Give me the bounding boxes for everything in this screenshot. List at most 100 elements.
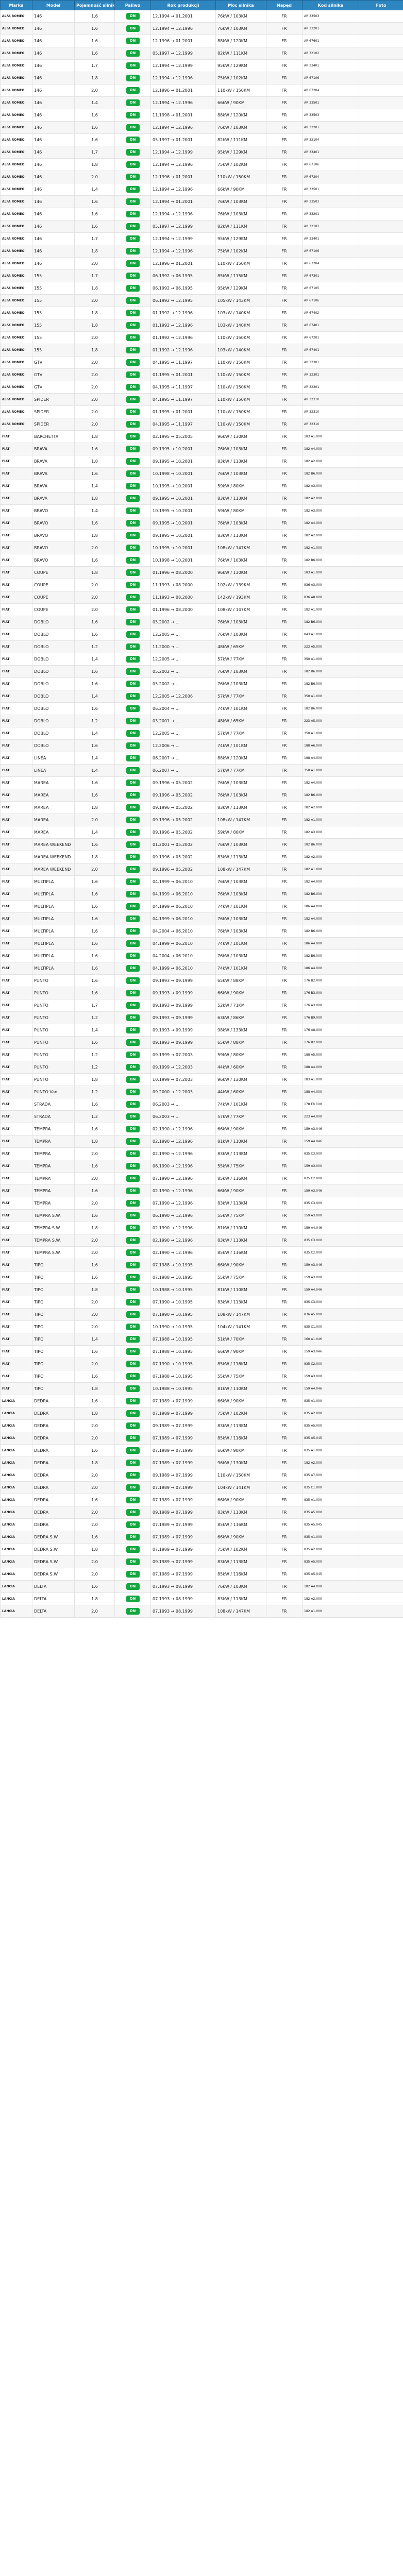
table-row[interactable]: FIAT BRAVO 1.6 ON 10.1998 → 10.2001 76kW / 10… xyxy=(0,554,403,567)
table-row[interactable]: LANCIA DEDRA 2.0 ON 07.1989 → 07.1999 85kW / … xyxy=(0,1432,403,1445)
table-row[interactable]: FIAT MAREA WEEKEND 2.0 ON 09.1996 → 05.2002 1… xyxy=(0,863,403,876)
table-row[interactable]: LANCIA DEDRA 2.0 ON 07.1989 → 07.1999 85kW / … xyxy=(0,1518,403,1531)
table-row[interactable]: FIAT PUNTO 1.6 ON 09.1993 → 09.1999 65kW / 88… xyxy=(0,974,403,987)
table-row[interactable]: FIAT DOBLO 1.2 ON 03.2001 → ... 48kW / 65KM FR… xyxy=(0,715,403,727)
table-row[interactable]: FIAT TEMPRA 2.0 ON 07.1990 → 12.1996 83kW / 1… xyxy=(0,1197,403,1210)
table-row[interactable]: FIAT PUNTO 1.4 ON 09.1993 → 09.1999 98kW / 13… xyxy=(0,1024,403,1037)
table-row[interactable]: ALFA ROMEO 146 1.6 ON 12.1994 → 12.1996 76kW … xyxy=(0,22,403,35)
table-row[interactable]: FIAT TEMPRA 1.6 ON 02.1990 → 12.1996 66kW / 9… xyxy=(0,1123,403,1136)
table-row[interactable]: ALFA ROMEO 146 1.7 ON 12.1994 → 12.1999 95kW … xyxy=(0,232,403,245)
table-row[interactable]: FIAT TIPO 2.0 ON 07.1990 → 10.1995 108kW / 14… xyxy=(0,1308,403,1321)
table-row[interactable]: LANCIA DEDRA 1.6 ON 07.1989 → 07.1999 66kW / … xyxy=(0,1494,403,1506)
table-row[interactable]: FIAT TEMPRA 1.6 ON 02.1990 → 12.1996 66kW / 9… xyxy=(0,1184,403,1197)
table-row[interactable]: FIAT MAREA 1.8 ON 09.1996 → 05.2002 83kW / 11… xyxy=(0,801,403,814)
table-row[interactable]: FIAT TEMPRA S.W. 1.6 ON 06.1990 → 12.1996 55k… xyxy=(0,1209,403,1222)
table-row[interactable]: FIAT TEMPRA 1.6 ON 06.1990 → 12.1996 55kW / 7… xyxy=(0,1160,403,1173)
header-engine-code[interactable]: Kod silnika xyxy=(302,0,359,10)
table-row[interactable]: FIAT MULTIPLA 1.6 ON 04.2004 → 06.2010 76kW /… xyxy=(0,950,403,962)
table-row[interactable]: ALFA ROMEO 146 1.6 ON 05.1997 → 12.1999 82kW … xyxy=(0,47,403,60)
header-brand[interactable]: Marka xyxy=(0,0,32,10)
table-row[interactable]: ALFA ROMEO 146 1.6 ON 11.1998 → 01.2001 88kW … xyxy=(0,109,403,122)
table-row[interactable]: FIAT COUPE 2.0 ON 11.1993 → 08.2000 102kW / 1… xyxy=(0,579,403,591)
table-row[interactable]: ALFA ROMEO 155 1.8 ON 01.1992 → 12.1996 103kW… xyxy=(0,344,403,357)
table-row[interactable]: FIAT BRAVO 1.6 ON 09.1995 → 10.2001 76kW / 10… xyxy=(0,517,403,530)
table-row[interactable]: FIAT TIPO 1.6 ON 07.1988 → 10.1995 55kW / 75K… xyxy=(0,1271,403,1284)
table-row[interactable]: ALFA ROMEO 146 1.8 ON 12.1994 → 12.1996 75kW … xyxy=(0,245,403,258)
table-row[interactable]: FIAT PUNTO 1.2 ON 09.1999 → 07.2003 59kW / 80… xyxy=(0,1048,403,1061)
table-row[interactable]: ALFA ROMEO 146 1.6 ON 12.1996 → 01.2001 88kW … xyxy=(0,35,403,47)
table-row[interactable]: ALFA ROMEO 155 2.0 ON 06.1992 → 12.1995 105kW… xyxy=(0,294,403,307)
table-row[interactable]: LANCIA DEDRA S.W. 2.0 ON 09.1989 → 07.1999 83… xyxy=(0,1555,403,1568)
table-row[interactable]: FIAT TIPO 1.8 ON 10.1988 → 10.1995 81kW / 110… xyxy=(0,1283,403,1296)
table-row[interactable]: ALFA ROMEO 146 1.6 ON 12.1994 → 12.1996 76kW … xyxy=(0,121,403,134)
table-row[interactable]: LANCIA DEDRA S.W. 1.8 ON 07.1989 → 07.1999 75… xyxy=(0,1543,403,1556)
table-row[interactable]: ALFA ROMEO GTV 2.0 ON 04.1995 → 11.1997 110kW… xyxy=(0,356,403,369)
table-row[interactable]: ALFA ROMEO GTV 2.0 ON 04.1995 → 11.1997 110kW… xyxy=(0,381,403,394)
table-row[interactable]: FIAT TIPO 1.6 ON 07.1988 → 10.1995 55kW / 75K… xyxy=(0,1370,403,1383)
table-row[interactable]: FIAT DOBLO 1.6 ON 12.2006 → ... 74kW / 101KM F… xyxy=(0,739,403,752)
header-production-years[interactable]: Rok produkcji xyxy=(150,0,216,10)
table-row[interactable]: ALFA ROMEO SPIDER 2.0 ON 01.1995 → 01.2001 11… xyxy=(0,405,403,418)
table-row[interactable]: ALFA ROMEO 155 2.0 ON 01.1992 → 12.1996 110kW… xyxy=(0,331,403,344)
table-row[interactable]: ALFA ROMEO 146 1.4 ON 12.1994 → 12.1996 66kW … xyxy=(0,96,403,109)
table-row[interactable]: FIAT PUNTO 1.6 ON 09.1993 → 09.1999 65kW / 88… xyxy=(0,1036,403,1049)
table-row[interactable]: ALFA ROMEO 146 1.6 ON 05.1997 → 12.1999 82kW … xyxy=(0,220,403,233)
table-row[interactable]: FIAT LINEA 1.4 ON 06.2007 → ... 57kW / 77KM FR… xyxy=(0,764,403,777)
table-row[interactable]: LANCIA DEDRA 1.6 ON 07.1989 → 07.1999 66kW / … xyxy=(0,1395,403,1408)
table-row[interactable]: FIAT BRAVA 1.6 ON 09.1995 → 10.2001 76kW / 10… xyxy=(0,443,403,455)
table-row[interactable]: LANCIA DELTA 1.8 ON 07.1993 → 08.1999 83kW / … xyxy=(0,1592,403,1605)
table-row[interactable]: LANCIA DELTA 2.0 ON 07.1993 → 08.1999 108kW /… xyxy=(0,1605,403,1618)
table-row[interactable]: FIAT MAREA 2.0 ON 09.1996 → 05.2002 108kW / 1… xyxy=(0,814,403,826)
table-row[interactable]: LANCIA DELTA 1.6 ON 07.1993 → 08.1999 76kW / … xyxy=(0,1580,403,1593)
table-row[interactable]: FIAT TEMPRA 1.8 ON 02.1990 → 12.1996 81kW / 1… xyxy=(0,1135,403,1148)
table-row[interactable]: FIAT TIPO 1.6 ON 07.1988 → 10.1995 66kW / 90K… xyxy=(0,1345,403,1358)
table-row[interactable]: FIAT DOBLO 1.6 ON 06.2004 → ... 74kW / 101KM F… xyxy=(0,702,403,715)
table-row[interactable]: FIAT MULTIPLA 1.6 ON 04.2004 → 06.2010 76kW /… xyxy=(0,925,403,938)
table-row[interactable]: FIAT PUNTO 1.2 ON 09.1993 → 09.1999 63kW / 86… xyxy=(0,1011,403,1024)
table-row[interactable]: LANCIA DEDRA S.W. 2.0 ON 07.1989 → 07.1999 85… xyxy=(0,1568,403,1581)
table-row[interactable]: FIAT TEMPRA S.W. 2.0 ON 02.1990 → 12.1996 85k… xyxy=(0,1246,403,1259)
table-row[interactable]: FIAT TEMPRA S.W. 2.0 ON 02.1990 → 12.1996 83k… xyxy=(0,1234,403,1247)
table-row[interactable]: ALFA ROMEO 146 1.6 ON 12.1994 → 01.2001 76kW … xyxy=(0,10,403,23)
table-row[interactable]: LANCIA DEDRA 2.0 ON 09.1989 → 07.1999 83kW / … xyxy=(0,1506,403,1519)
table-row[interactable]: FIAT MULTIPLA 1.6 ON 04.1999 → 06.2010 76kW /… xyxy=(0,888,403,901)
table-row[interactable]: FIAT BARCHETTA 1.8 ON 02.1995 → 05.2005 96kW … xyxy=(0,430,403,443)
table-row[interactable]: ALFA ROMEO 146 1.4 ON 12.1994 → 12.1996 66kW … xyxy=(0,183,403,196)
table-row[interactable]: FIAT STRADA 1.2 ON 06.2003 → ... 57kW / 77KM F… xyxy=(0,1110,403,1123)
table-row[interactable]: FIAT STRADA 1.6 ON 06.2003 → ... 74kW / 101KM… xyxy=(0,1098,403,1111)
table-row[interactable]: LANCIA DEDRA 2.0 ON 07.1989 → 07.1999 104kW /… xyxy=(0,1481,403,1494)
table-row[interactable]: FIAT DOBLO 1.6 ON 05.2002 → ... 76kW / 103KM F… xyxy=(0,665,403,678)
table-row[interactable]: FIAT LINEA 1.4 ON 06.2007 → ... 88kW / 120KM F… xyxy=(0,752,403,765)
table-row[interactable]: LANCIA DEDRA 2.0 ON 09.1989 → 07.1999 110kW /… xyxy=(0,1469,403,1482)
table-row[interactable]: ALFA ROMEO 146 1.6 ON 12.1994 → 01.2001 76kW … xyxy=(0,195,403,208)
table-row[interactable]: ALFA ROMEO 155 1.7 ON 06.1992 → 06.1995 85kW … xyxy=(0,269,403,282)
header-model[interactable]: Model xyxy=(32,0,75,10)
table-row[interactable]: ALFA ROMEO 155 1.8 ON 06.1992 → 06.1995 95kW … xyxy=(0,282,403,295)
table-row[interactable]: FIAT MULTIPLA 1.6 ON 04.1999 → 06.2010 76kW /… xyxy=(0,875,403,888)
table-row[interactable]: FIAT TIPO 1.4 ON 07.1988 → 10.1995 51kW / 70K… xyxy=(0,1333,403,1346)
table-row[interactable]: LANCIA DEDRA 1.8 ON 07.1989 → 07.1999 75kW / … xyxy=(0,1407,403,1420)
table-row[interactable]: FIAT DOBLO 1.4 ON 12.2005 → 12.2006 57kW / 77… xyxy=(0,690,403,703)
header-drive[interactable]: Napęd xyxy=(266,0,303,10)
table-row[interactable]: FIAT MAREA 1.6 ON 09.1996 → 05.2002 76kW / 10… xyxy=(0,776,403,789)
table-row[interactable]: ALFA ROMEO 146 1.7 ON 12.1994 → 12.1999 95kW … xyxy=(0,146,403,159)
table-row[interactable]: FIAT BRAVA 1.8 ON 09.1995 → 10.2001 83kW / 11… xyxy=(0,455,403,468)
table-row[interactable]: FIAT TEMPRA S.W. 1.8 ON 02.1990 → 12.1996 81k… xyxy=(0,1222,403,1234)
table-row[interactable]: FIAT COUPE 2.0 ON 11.1993 → 08.2000 142kW / 1… xyxy=(0,591,403,604)
table-row[interactable]: FIAT BRAVO 2.0 ON 10.1995 → 10.2001 108kW / 1… xyxy=(0,541,403,554)
table-row[interactable]: FIAT DOBLO 1.4 ON 12.2005 → ... 57kW / 77KM FR… xyxy=(0,727,403,740)
table-row[interactable]: FIAT PUNTO Van 1.2 ON 09.2000 → 12.2003 44kW … xyxy=(0,1086,403,1098)
table-row[interactable]: FIAT MULTIPLA 1.6 ON 04.1999 → 06.2010 74kW /… xyxy=(0,900,403,913)
table-row[interactable]: FIAT TIPO 1.8 ON 10.1988 → 10.1995 81kW / 110… xyxy=(0,1382,403,1395)
table-row[interactable]: ALFA ROMEO 146 1.6 ON 05.1997 → 01.2001 82kW … xyxy=(0,133,403,146)
table-row[interactable]: ALFA ROMEO 146 1.8 ON 12.1994 → 12.1996 75kW … xyxy=(0,158,403,171)
header-fuel[interactable]: Paliwo xyxy=(114,0,151,10)
table-row[interactable]: LANCIA DEDRA 1.6 ON 07.1989 → 07.1999 66kW / … xyxy=(0,1444,403,1457)
table-row[interactable]: FIAT DOBLO 1.4 ON 12.2005 → ... 57kW / 77KM FR… xyxy=(0,653,403,666)
table-row[interactable]: ALFA ROMEO 146 2.0 ON 12.1996 → 01.2001 110kW… xyxy=(0,257,403,270)
table-row[interactable]: ALFA ROMEO 146 1.8 ON 12.1994 → 12.1996 75kW … xyxy=(0,72,403,84)
table-row[interactable]: FIAT MAREA 1.6 ON 09.1996 → 05.2002 76kW / 10… xyxy=(0,789,403,802)
table-row[interactable]: FIAT PUNTO 1.7 ON 09.1993 → 09.1999 52kW / 71… xyxy=(0,999,403,1012)
table-row[interactable]: FIAT PUNTO 1.6 ON 09.1993 → 09.1999 66kW / 90… xyxy=(0,987,403,999)
table-row[interactable]: FIAT MULTIPLA 1.6 ON 04.1999 → 06.2010 76kW /… xyxy=(0,912,403,925)
